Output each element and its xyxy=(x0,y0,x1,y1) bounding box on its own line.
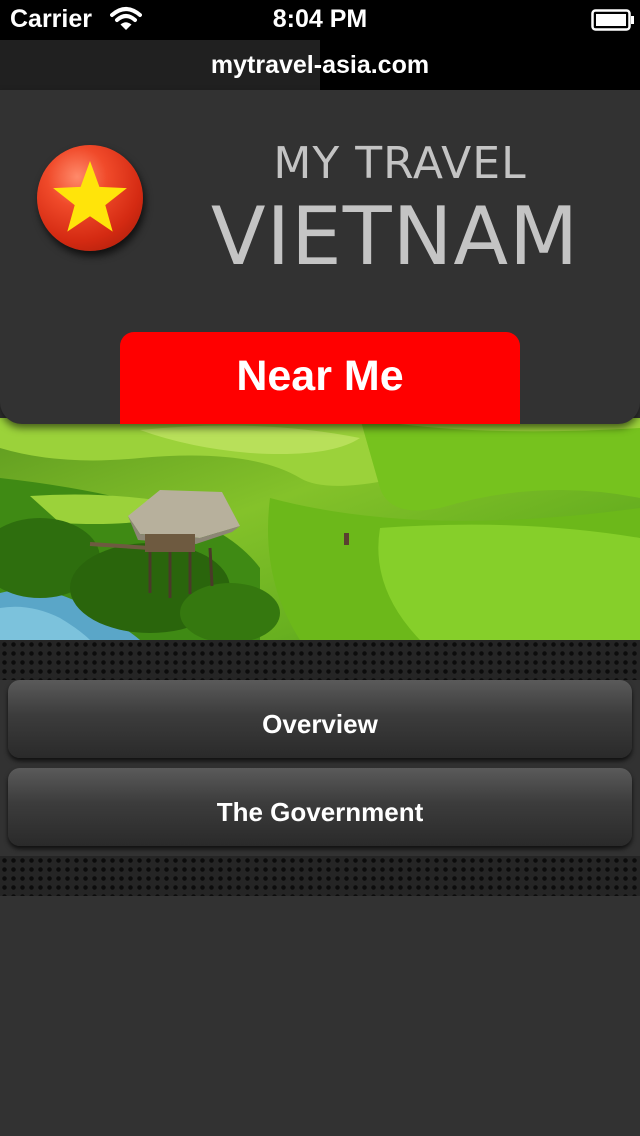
dotted-divider-top xyxy=(0,640,640,680)
dotted-divider-bottom xyxy=(0,856,640,896)
url-bar: mytravel-asia.com xyxy=(0,40,640,90)
vietnam-flag-icon xyxy=(37,145,143,251)
app-title-line1: MY TRAVEL xyxy=(273,138,527,189)
near-me-button[interactable]: Near Me xyxy=(120,332,520,424)
clock: 8:04 PM xyxy=(272,5,368,33)
hero-image xyxy=(0,418,640,640)
header-panel: MY TRAVEL VIETNAM Near Me xyxy=(0,90,640,424)
app-title-line2: VIETNAM xyxy=(210,190,580,283)
site-url: mytravel-asia.com xyxy=(210,51,430,79)
battery-icon xyxy=(591,9,635,36)
status-bar: Carrier 8:04 PM xyxy=(0,0,640,40)
menu-item-the-government[interactable]: The Government xyxy=(8,768,632,846)
menu-item-overview[interactable]: Overview xyxy=(8,680,632,758)
